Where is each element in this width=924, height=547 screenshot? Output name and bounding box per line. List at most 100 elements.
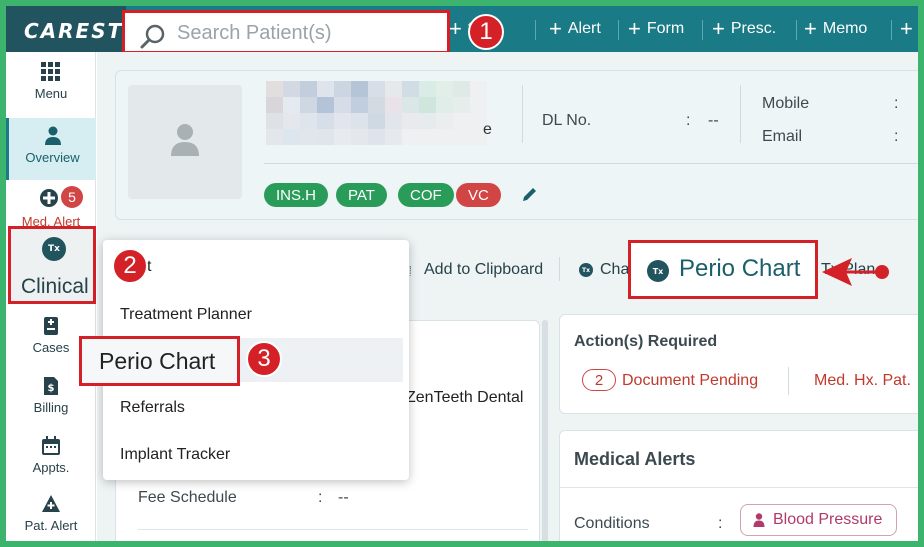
app-window: CAREST + tient + Alert + Form + Presc. +… bbox=[6, 6, 918, 541]
divider bbox=[522, 85, 523, 143]
perio-chart-button[interactable]: Tx Perio Chart bbox=[628, 240, 818, 299]
plus-circle-icon bbox=[40, 189, 58, 207]
pat-alert-icon bbox=[42, 495, 60, 512]
app-logo[interactable]: CAREST bbox=[24, 19, 123, 43]
nav-cases-label: Cases bbox=[32, 340, 70, 355]
add-memo-label: Memo bbox=[822, 20, 868, 37]
patient-search-box[interactable] bbox=[122, 10, 450, 54]
add-memo-button[interactable]: + Memo bbox=[804, 18, 867, 40]
nav-overview-label: Overview bbox=[25, 150, 80, 165]
nav-menu-label: Menu bbox=[34, 86, 68, 101]
user-icon bbox=[753, 513, 765, 527]
cases-icon bbox=[44, 317, 58, 335]
chart-button-partial[interactable]: Cha bbox=[600, 261, 629, 279]
edit-pencil-icon[interactable] bbox=[521, 185, 539, 203]
user-icon bbox=[44, 126, 61, 145]
add-more-button[interactable]: + bbox=[900, 18, 913, 40]
search-input[interactable] bbox=[177, 20, 437, 46]
divider bbox=[740, 85, 741, 143]
menu-item-perio-chart-label: Perio Chart bbox=[99, 348, 216, 374]
add-presc-button[interactable]: + Presc. bbox=[712, 18, 776, 40]
mobile-label: Mobile bbox=[762, 95, 810, 112]
medical-alerts-title: Medical Alerts bbox=[574, 449, 696, 469]
divider bbox=[138, 529, 528, 530]
nav-menu[interactable]: Menu bbox=[6, 62, 96, 101]
divider bbox=[618, 20, 619, 40]
nav-appts[interactable]: Appts. bbox=[6, 436, 96, 475]
tx-icon: Tx bbox=[42, 237, 66, 261]
plus-icon: + bbox=[549, 16, 562, 41]
email-label: Email bbox=[762, 128, 803, 145]
add-to-clipboard-button[interactable]: Add to Clipboard bbox=[424, 261, 543, 279]
fee-schedule-colon: : bbox=[318, 489, 323, 506]
med-hx-link[interactable]: Med. Hx. Pat. bbox=[814, 372, 911, 390]
email-colon: : bbox=[894, 128, 899, 145]
nav-clinical-label: Clinical bbox=[21, 275, 89, 298]
add-presc-label: Presc. bbox=[730, 20, 777, 37]
nav-appts-label: Appts. bbox=[32, 460, 70, 475]
perio-chart-label: Perio Chart bbox=[679, 255, 801, 282]
divider bbox=[535, 20, 536, 40]
logo-area: CAREST bbox=[6, 6, 126, 52]
search-icon bbox=[140, 24, 165, 49]
divider bbox=[264, 163, 918, 164]
calendar-icon bbox=[42, 436, 60, 455]
add-form-label: Form bbox=[646, 20, 685, 37]
med-alert-count-badge: 5 bbox=[61, 186, 83, 208]
divider bbox=[559, 257, 560, 281]
avatar[interactable] bbox=[128, 85, 242, 199]
add-alert-button[interactable]: + Alert bbox=[549, 18, 601, 40]
tx-icon: Tx bbox=[579, 263, 593, 277]
nav-clinical[interactable]: Tx Clinical bbox=[8, 226, 96, 304]
nav-overview[interactable]: Overview bbox=[6, 118, 96, 180]
add-form-button[interactable]: + Form bbox=[628, 18, 684, 40]
tag-cof[interactable]: COF bbox=[398, 183, 454, 207]
office-name: ZenTeeth Dental bbox=[406, 389, 524, 406]
menu-item-perio-chart[interactable]: Perio Chart bbox=[79, 336, 240, 386]
plus-icon: + bbox=[712, 16, 725, 41]
actions-required-title: Action(s) Required bbox=[574, 333, 718, 350]
divider bbox=[796, 20, 797, 40]
user-placeholder-icon bbox=[171, 124, 199, 156]
doc-pending-count: 2 bbox=[582, 369, 616, 391]
grid-icon bbox=[41, 62, 60, 81]
scrollbar[interactable] bbox=[542, 320, 548, 541]
divider bbox=[788, 367, 789, 395]
medical-alerts-panel: Medical Alerts Conditions : Blood Pressu… bbox=[559, 430, 918, 541]
add-alert-label: Alert bbox=[567, 20, 601, 37]
step-1-badge: 1 bbox=[468, 14, 504, 50]
document-pending-link[interactable]: Document Pending bbox=[622, 372, 758, 390]
nav-pat-alert-label: Pat. Alert bbox=[24, 518, 78, 533]
dl-value: -- bbox=[708, 112, 719, 129]
fee-schedule-value: -- bbox=[338, 489, 349, 506]
svg-text:$: $ bbox=[48, 383, 55, 394]
pointer-arrow-icon bbox=[822, 258, 889, 286]
divider bbox=[891, 20, 892, 40]
menu-item-treatment-planner[interactable]: Treatment Planner bbox=[120, 306, 252, 324]
plus-icon: + bbox=[449, 16, 462, 41]
plus-icon: + bbox=[900, 16, 913, 41]
med-alert-icons: 5 bbox=[6, 186, 96, 210]
step-2-badge: 2 bbox=[112, 248, 148, 284]
divider bbox=[560, 487, 918, 488]
conditions-colon: : bbox=[718, 515, 723, 532]
mobile-colon: : bbox=[894, 95, 899, 112]
patient-name-tail: e bbox=[483, 121, 492, 138]
menu-item-implant-tracker[interactable]: Implant Tracker bbox=[120, 446, 230, 464]
conditions-label: Conditions bbox=[574, 515, 650, 532]
tag-vc[interactable]: VC bbox=[456, 183, 501, 207]
nav-med-alert[interactable]: 5 Med. Alert bbox=[6, 186, 96, 229]
blood-pressure-label: Blood Pressure bbox=[773, 511, 883, 528]
nav-pat-alert[interactable]: Pat. Alert bbox=[6, 494, 96, 533]
actions-required-panel: Action(s) Required 2 Document Pending Me… bbox=[559, 314, 918, 414]
blood-pressure-chip[interactable]: Blood Pressure bbox=[740, 504, 897, 536]
billing-icon: $ bbox=[44, 377, 58, 395]
dl-colon: : bbox=[686, 112, 691, 129]
menu-item-referrals[interactable]: Referrals bbox=[120, 399, 185, 417]
tx-icon: Tx bbox=[647, 260, 669, 282]
nav-billing-label: Billing bbox=[33, 400, 69, 415]
patient-card: e DL No. : -- Mobile : Email : INS.H PAT… bbox=[115, 70, 918, 220]
tag-ins-h[interactable]: INS.H bbox=[264, 183, 329, 207]
divider bbox=[702, 20, 703, 40]
tag-pat[interactable]: PAT bbox=[336, 183, 387, 207]
